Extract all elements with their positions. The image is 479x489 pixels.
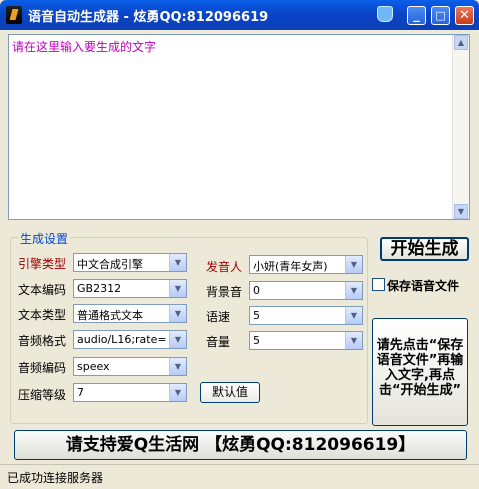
chevron-down-icon[interactable]: ▼: [169, 254, 186, 271]
chevron-down-icon[interactable]: ▼: [169, 280, 186, 297]
text-encoding-select[interactable]: GB2312 ▼: [73, 279, 187, 298]
gem-icon[interactable]: [377, 6, 393, 22]
background-sound-label: 背景音: [206, 285, 243, 299]
speed-label: 语速: [206, 310, 231, 324]
start-generate-button[interactable]: 开始生成: [380, 237, 469, 261]
compression-label: 压缩等级: [18, 388, 67, 402]
support-button[interactable]: 请支持爱Q生活网 【炫勇QQ:812096619】: [14, 430, 467, 460]
chevron-down-icon[interactable]: ▼: [169, 384, 186, 401]
speed-select[interactable]: 5 ▼: [249, 306, 363, 325]
scroll-up-icon[interactable]: ▲: [454, 35, 468, 50]
text-input-area[interactable]: 请在这里输入要生成的文字 ▲ ▼: [8, 34, 470, 220]
minimize-button[interactable]: _: [407, 6, 426, 25]
background-sound-select[interactable]: 0 ▼: [249, 281, 363, 300]
volume-label: 音量: [206, 335, 231, 349]
chevron-down-icon[interactable]: ▼: [169, 305, 186, 322]
volume-select[interactable]: 5 ▼: [249, 331, 363, 350]
text-type-select[interactable]: 普通格式文本 ▼: [73, 304, 187, 323]
settings-group-title: 生成设置: [18, 230, 71, 247]
scroll-down-icon[interactable]: ▼: [454, 204, 468, 219]
status-bar: 已成功连接服务器: [0, 464, 479, 489]
speaker-select[interactable]: 小妍(青年女声) ▼: [249, 255, 363, 274]
audio-format-select[interactable]: audio/L16;rate= ▼: [73, 330, 187, 349]
chevron-down-icon[interactable]: ▼: [345, 282, 362, 299]
engine-type-label: 引擎类型: [18, 257, 67, 271]
close-button[interactable]: ✕: [455, 6, 474, 25]
compression-select[interactable]: 7 ▼: [73, 383, 187, 402]
default-values-button[interactable]: 默认值: [200, 382, 260, 403]
text-input-value: 请在这里输入要生成的文字: [12, 40, 157, 54]
text-type-label: 文本类型: [18, 308, 67, 322]
title-bar[interactable]: 语音自动生成器 - 炫勇QQ:812096619 _ □ ✕: [0, 0, 479, 30]
maximize-button[interactable]: □: [431, 6, 450, 25]
vertical-scrollbar[interactable]: ▲ ▼: [452, 35, 469, 219]
instruction-button[interactable]: 请先点击“保存语音文件”再输入文字,再点击“开始生成”: [372, 318, 468, 426]
app-logo-icon: [6, 6, 22, 24]
save-audio-label[interactable]: 保存语音文件: [387, 277, 459, 294]
chevron-down-icon[interactable]: ▼: [345, 307, 362, 324]
text-encoding-label: 文本编码: [18, 283, 67, 297]
status-text: 已成功连接服务器: [7, 471, 104, 485]
speaker-label: 发音人: [206, 260, 243, 274]
engine-type-select[interactable]: 中文合成引擎 ▼: [73, 253, 187, 272]
window-title: 语音自动生成器 - 炫勇QQ:812096619: [28, 10, 269, 25]
chevron-down-icon[interactable]: ▼: [169, 358, 186, 375]
save-audio-checkbox[interactable]: [372, 278, 385, 291]
chevron-down-icon[interactable]: ▼: [169, 331, 186, 348]
chevron-down-icon[interactable]: ▼: [345, 256, 362, 273]
audio-codec-label: 音频编码: [18, 361, 67, 375]
audio-format-label: 音频格式: [18, 334, 67, 348]
chevron-down-icon[interactable]: ▼: [345, 332, 362, 349]
audio-codec-select[interactable]: speex ▼: [73, 357, 187, 376]
